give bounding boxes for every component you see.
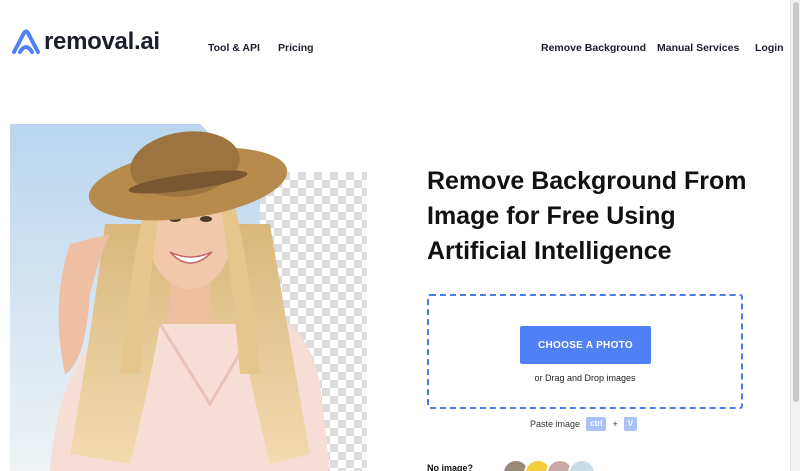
removal-ai-logo-icon <box>12 29 40 54</box>
v-key-badge: V <box>623 417 638 431</box>
no-image-label: No image? <box>427 463 474 471</box>
drag-drop-text: or Drag and Drop images <box>534 373 636 383</box>
nav-remove-background[interactable]: Remove Background <box>541 42 646 54</box>
sample-images <box>502 459 596 471</box>
nav-tool-api[interactable]: Tool & API <box>208 42 260 54</box>
scrollbar-thumb[interactable] <box>793 2 799 402</box>
nav-pricing[interactable]: Pricing <box>278 42 314 54</box>
paste-label: Paste image <box>530 419 581 429</box>
sample-image-4[interactable] <box>568 459 596 471</box>
site-header: removal.ai Tool & API Pricing Remove Bac… <box>0 0 790 96</box>
ctrl-key-badge: ctrl <box>586 417 607 431</box>
nav-login[interactable]: Login <box>755 42 784 54</box>
nav-manual-services[interactable]: Manual Services <box>657 42 739 54</box>
site-logo[interactable]: removal.ai <box>10 28 160 56</box>
upload-dropzone[interactable]: CHOOSE A PHOTO or Drag and Drop images <box>427 294 743 409</box>
page-headline: Remove Background From Image for Free Us… <box>427 167 747 265</box>
logo-text: removal.ai <box>44 28 160 55</box>
paste-hint: Paste image ctrl + V <box>530 417 638 431</box>
page-scrollbar[interactable] <box>790 0 800 471</box>
plus-sign: + <box>612 419 618 429</box>
hero-image <box>10 124 370 471</box>
choose-photo-button[interactable]: CHOOSE A PHOTO <box>520 326 651 364</box>
